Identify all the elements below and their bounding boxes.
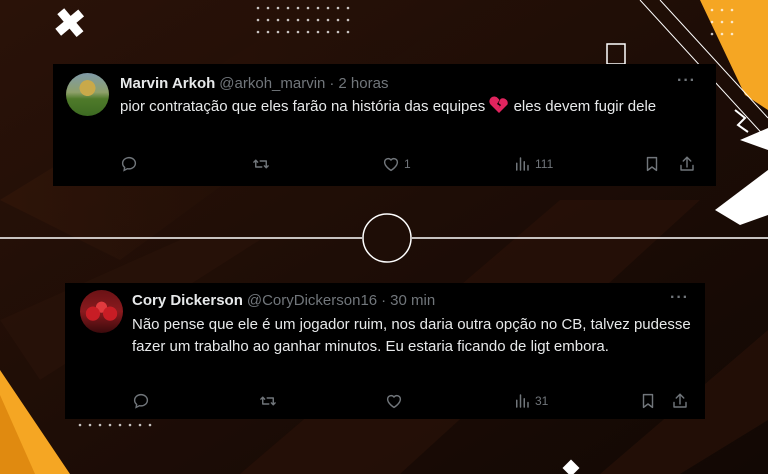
tweet-text: pior contratação que eles farão na histó… [120,96,705,121]
separator-dot: · [329,75,335,92]
heart-icon [383,157,399,172]
tweet-text: Não pense que ele é um jogador ruim, nos… [132,316,691,355]
retweet-icon [253,159,269,169]
share-button[interactable] [671,392,689,410]
more-options-icon[interactable]: ··· [677,72,696,90]
reply-button[interactable] [132,392,154,410]
retweet-button[interactable] [251,155,275,173]
tweet-header: Marvin Arkoh @arkoh_marvin · 2 horas [120,75,388,92]
views-button[interactable]: 111 [513,155,553,173]
bookmark-icon [646,156,658,172]
reply-icon [121,156,137,172]
share-icon [680,156,694,171]
tweet-card[interactable]: Cory Dickerson @CoryDickerson16 · 30 min… [65,283,705,419]
broken-heart-emoji [489,96,509,121]
view-count: 31 [535,394,549,408]
timestamp[interactable]: 2 horas [338,75,388,92]
user-handle[interactable]: @arkoh_marvin [219,75,325,92]
bookmark-icon [642,393,654,409]
bookmark-button[interactable] [639,392,657,410]
retweet-button[interactable] [258,392,282,410]
more-options-icon[interactable]: ··· [670,289,689,307]
tweet-header: Cory Dickerson @CoryDickerson16 · 30 min [132,292,435,309]
action-bar: 31 [65,392,705,414]
tweet-text-part: eles devem fugir dele [509,98,657,115]
retweet-icon [260,396,276,406]
timestamp[interactable]: 30 min [390,292,435,309]
reply-button[interactable] [120,155,142,173]
share-icon [673,393,687,408]
heart-icon [386,394,402,409]
avatar[interactable] [66,73,109,116]
like-count: 1 [404,157,411,171]
user-handle[interactable]: @CoryDickerson16 [247,292,377,309]
tweet-card[interactable]: Marvin Arkoh @arkoh_marvin · 2 horas ···… [53,64,716,186]
avatar[interactable] [80,290,123,333]
share-button[interactable] [678,155,696,173]
view-count: 111 [535,157,554,171]
display-name[interactable]: Marvin Arkoh [120,75,215,92]
reply-icon [133,393,149,409]
views-chart-icon [516,157,529,171]
views-button[interactable]: 31 [513,392,548,410]
display-name[interactable]: Cory Dickerson [132,292,243,309]
action-bar: 1 111 [53,155,716,177]
tweet-text-part: pior contratação que eles farão na histó… [120,98,490,115]
like-button[interactable] [385,392,407,410]
bookmark-button[interactable] [643,155,661,173]
separator-dot: · [381,292,387,309]
like-button[interactable]: 1 [382,155,411,173]
views-chart-icon [516,394,529,408]
